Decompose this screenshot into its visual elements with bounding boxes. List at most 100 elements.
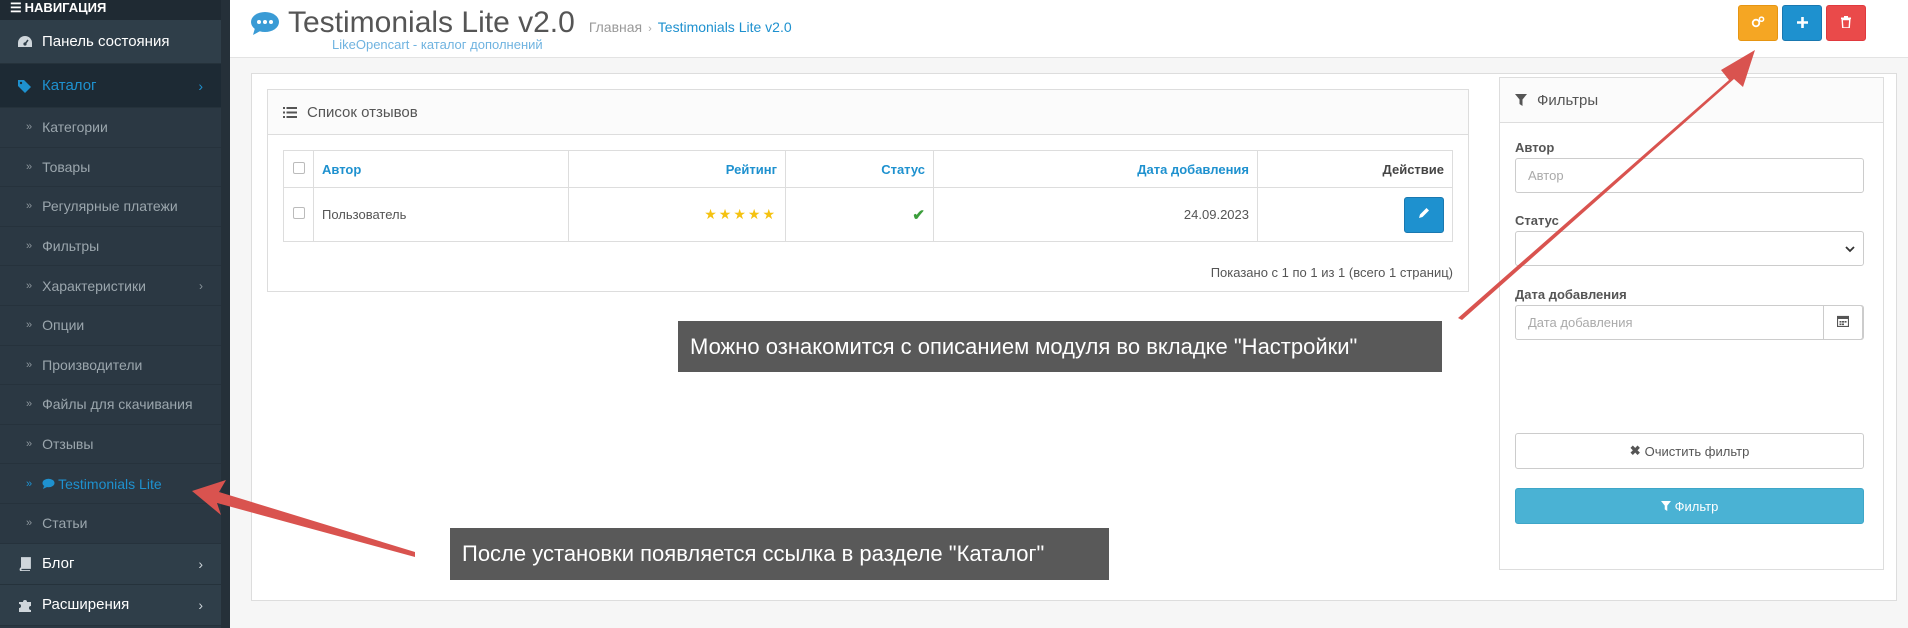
- nav-heading[interactable]: ☰ НАВИГАЦИЯ: [0, 0, 221, 20]
- catalog-annotation: После установки появляется ссылка в разд…: [450, 528, 1109, 580]
- date-added-field[interactable]: Дата добавления: [1515, 305, 1864, 340]
- sidebar-sub-label: Отзывы: [42, 436, 94, 453]
- sidebar-sub-label: Характеристики: [42, 277, 146, 294]
- double-chevron-icon: »: [26, 517, 33, 530]
- panel-title: Список отзывов: [307, 103, 418, 121]
- rating-cell: ★★★★★: [568, 187, 786, 242]
- comment-icon: [250, 11, 280, 35]
- author-cell: Пользователь: [313, 187, 569, 242]
- sidebar-sub-label: Файлы для скачивания: [42, 396, 193, 413]
- apply-filter-button[interactable]: Фильтр: [1515, 488, 1864, 524]
- sidebar-item-label: Блог: [42, 555, 75, 573]
- panel-heading: Фильтры: [1500, 78, 1883, 123]
- list-icon: [283, 106, 297, 118]
- select-all-cell: [283, 150, 314, 188]
- column-author[interactable]: Автор: [313, 150, 569, 188]
- sidebar-sub-filters[interactable]: » Фильтры: [0, 226, 221, 267]
- sidebar-sub-reviews[interactable]: » Отзывы: [0, 424, 221, 465]
- date-cell: 24.09.2023: [933, 187, 1258, 242]
- sidebar-sub-products[interactable]: » Товары: [0, 147, 221, 188]
- sidebar-item-catalog[interactable]: Каталог ›: [0, 64, 221, 108]
- apply-filter-label: Фильтр: [1674, 498, 1719, 514]
- sidebar-edge: [221, 0, 230, 628]
- chevron-down-icon: [1845, 241, 1855, 256]
- add-button[interactable]: [1782, 5, 1822, 41]
- chevron-right-icon: ›: [198, 596, 203, 613]
- author-placeholder: Автор: [1528, 168, 1564, 183]
- status-cell: ✔: [785, 187, 934, 242]
- sidebar-item-blog[interactable]: Блог ›: [0, 543, 221, 585]
- trash-icon: [1841, 15, 1851, 31]
- row-checkbox[interactable]: [292, 207, 305, 219]
- testimonial-list-panel: Список отзывов Автор Рейтинг Статус Дата…: [267, 89, 1469, 292]
- breadcrumb-current[interactable]: Testimonials Lite v2.0: [658, 19, 792, 35]
- comment-icon: [42, 478, 55, 490]
- table-row: Пользователь ★★★★★ ✔ 24.09.2023: [283, 187, 1453, 242]
- sidebar-sub-attributes[interactable]: » Характеристики ›: [0, 266, 221, 306]
- page-header: Testimonials Lite v2.0 Главная › Testimoni…: [230, 0, 1908, 58]
- double-chevron-icon: »: [26, 438, 33, 451]
- sidebar-sub-testimonials-lite[interactable]: » Testimonials Lite: [0, 464, 221, 504]
- clear-filter-button[interactable]: ✖ Очистить фильтр: [1515, 433, 1864, 469]
- column-rating[interactable]: Рейтинг: [568, 150, 786, 188]
- settings-button[interactable]: [1738, 5, 1778, 41]
- column-action: Действие: [1257, 150, 1453, 188]
- chevron-right-icon: ›: [198, 555, 203, 572]
- table-header-row: Автор Рейтинг Статус Дата добавления Дей…: [283, 150, 1453, 188]
- sidebar-sub-categories[interactable]: » Категории: [0, 108, 221, 148]
- clear-filter-label: Очистить фильтр: [1644, 443, 1750, 459]
- book-icon: [15, 556, 35, 571]
- calendar-icon: [1836, 315, 1850, 330]
- sidebar-item-label: Каталог: [42, 77, 97, 94]
- page-subtitle[interactable]: LikeOpencart - каталог дополнений: [332, 37, 543, 52]
- check-icon: ✔: [912, 206, 925, 224]
- panel-heading: Список отзывов: [268, 90, 1468, 135]
- column-date-added[interactable]: Дата добавления: [933, 150, 1258, 188]
- close-icon: ✖: [1629, 443, 1641, 458]
- page-title: Testimonials Lite v2.0: [288, 6, 575, 39]
- sidebar-sub-manufacturers[interactable]: » Производители: [0, 345, 221, 386]
- sidebar-sub-recurring[interactable]: » Регулярные платежи: [0, 187, 221, 227]
- double-chevron-icon: »: [26, 279, 33, 292]
- sidebar: ☰ НАВИГАЦИЯ Панель состояния Каталог › » К…: [0, 0, 221, 628]
- calendar-button[interactable]: [1823, 305, 1863, 340]
- breadcrumb: Главная › Testimonials Lite v2.0: [589, 19, 792, 35]
- sidebar-sub-label: Категории: [42, 119, 108, 136]
- breadcrumb-home[interactable]: Главная: [589, 19, 642, 35]
- nav-heading-label: НАВИГАЦИЯ: [24, 0, 107, 15]
- rating-stars: ★★★★★: [704, 206, 777, 222]
- sidebar-item-extensions[interactable]: Расширения ›: [0, 584, 221, 626]
- settings-annotation: Можно ознакомится с описанием модуля во …: [678, 321, 1442, 372]
- sidebar-sub-label: Опции: [42, 317, 85, 334]
- pencil-icon: [1418, 207, 1430, 222]
- column-status[interactable]: Статус: [785, 150, 934, 188]
- row-select-cell: [283, 187, 314, 242]
- chevron-right-icon: ›: [199, 278, 203, 293]
- sidebar-sub-options[interactable]: » Опции: [0, 305, 221, 346]
- sidebar-sub-label: Производители: [42, 356, 143, 373]
- status-select[interactable]: [1515, 231, 1864, 266]
- filter-icon: [1660, 501, 1671, 511]
- sidebar-sub-label: Статьи: [42, 515, 88, 532]
- status-label: Статус: [1515, 213, 1559, 228]
- delete-button[interactable]: [1826, 5, 1866, 41]
- chevron-right-icon: ›: [198, 77, 203, 94]
- testimonials-table: Автор Рейтинг Статус Дата добавления Дей…: [283, 150, 1453, 242]
- sidebar-item-label: Расширения: [42, 596, 130, 614]
- author-field[interactable]: Автор: [1515, 158, 1864, 193]
- panel-title: Фильтры: [1537, 91, 1599, 109]
- edit-button[interactable]: [1404, 196, 1444, 233]
- double-chevron-icon: »: [26, 240, 33, 253]
- date-added-label: Дата добавления: [1515, 287, 1627, 302]
- sidebar-sub-articles[interactable]: » Статьи: [0, 503, 221, 544]
- sidebar-sub-label: Фильтры: [42, 238, 100, 255]
- double-chevron-icon: »: [26, 398, 33, 411]
- double-chevron-icon: »: [26, 121, 33, 134]
- sidebar-item-dashboard[interactable]: Панель состояния: [0, 20, 221, 64]
- filter-icon: [1515, 94, 1527, 106]
- double-chevron-icon: »: [26, 358, 33, 371]
- select-all-checkbox[interactable]: [292, 161, 305, 174]
- pagination-summary: Показано с 1 по 1 из 1 (всего 1 страниц): [1210, 265, 1453, 280]
- sidebar-sub-downloads[interactable]: » Файлы для скачивания: [0, 385, 221, 425]
- double-chevron-icon: »: [26, 160, 33, 173]
